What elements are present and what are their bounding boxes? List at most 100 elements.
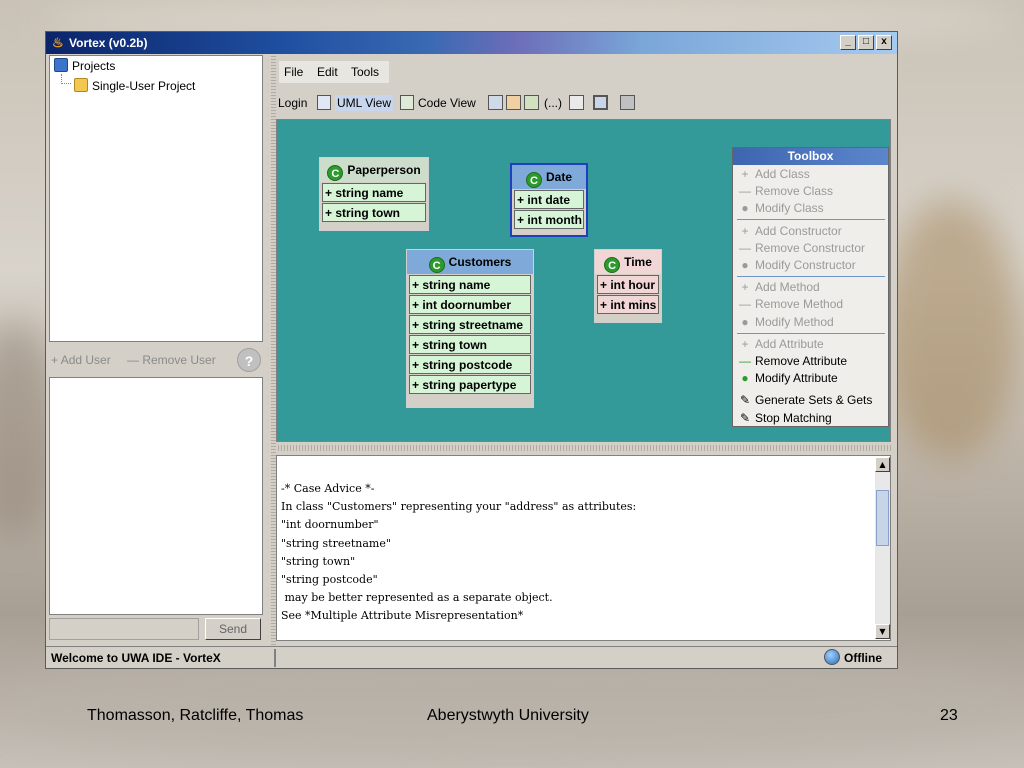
more-button[interactable]: (...) <box>544 95 562 111</box>
uml-attribute[interactable]: + string streetname <box>409 315 531 334</box>
uml-attribute[interactable]: + string name <box>409 275 531 294</box>
toolbox-item[interactable]: ✎ Generate Sets & Gets <box>733 392 888 409</box>
toolbox-item[interactable]: — Remove Class <box>733 183 888 200</box>
toolbox-separator <box>737 276 885 277</box>
toolbox-item-label: Modify Constructor <box>755 258 856 272</box>
status-bar: Welcome to UWA IDE - VorteX Offline <box>46 646 897 668</box>
toolbox-item-icon: + <box>741 223 749 238</box>
menu-file[interactable]: File <box>284 65 303 79</box>
uml-attribute[interactable]: + string town <box>322 203 426 222</box>
toolbox-item-icon: ✎ <box>739 393 751 408</box>
uml-attribute[interactable]: + int mins <box>597 295 659 314</box>
toolbox-item-label: Modify Attribute <box>755 371 838 386</box>
scroll-down-arrow[interactable]: ▼ <box>875 624 890 639</box>
add-user-button[interactable]: + Add User <box>51 352 111 368</box>
project-tree[interactable]: Projects Single-User Project <box>49 55 263 342</box>
edit-wand-icon[interactable] <box>506 95 521 110</box>
uml-class-time[interactable]: C Time + int hour + int mins <box>594 249 662 323</box>
console-line: In class "Customers" representing your "… <box>281 500 637 514</box>
toolbox-item[interactable]: ● Modify Method <box>733 314 888 331</box>
toolbox-item[interactable]: ● Modify Attribute <box>733 370 888 387</box>
toolbox-item-label: Add Class <box>755 167 810 181</box>
uml-view-tab[interactable]: UML View <box>335 95 394 111</box>
uml-class-paperperson[interactable]: C Paperperson + string name + string town <box>319 157 429 231</box>
background-building <box>880 200 1020 460</box>
console-scrollbar[interactable]: ▲ ▼ <box>875 457 890 639</box>
uml-attribute[interactable]: + int doornumber <box>409 295 531 314</box>
uml-attribute[interactable]: + int hour <box>597 275 659 294</box>
class-icon: C <box>525 172 542 188</box>
class-icon: C <box>327 165 344 181</box>
toolbox-panel: Toolbox + Add Class — Remove Class ● Modify C… <box>732 147 889 427</box>
toolbox-item[interactable]: — Remove Method <box>733 296 888 313</box>
class-icon: C <box>428 257 445 273</box>
connection-status[interactable]: Offline <box>824 649 882 667</box>
layout-icon[interactable] <box>488 95 503 110</box>
close-button[interactable]: x <box>876 35 892 50</box>
minimize-button[interactable]: _ <box>840 35 856 50</box>
toolbox-item-label: Remove Class <box>755 184 834 199</box>
menu-bar: File Edit Tools <box>279 61 389 83</box>
toolbox-item[interactable]: + Add Attribute <box>733 336 888 353</box>
users-list[interactable] <box>49 377 263 615</box>
uml-attribute[interactable]: + string town <box>409 335 531 354</box>
console-line: "string postcode" <box>281 573 378 586</box>
uml-canvas[interactable]: C Paperperson + string name + string town… <box>276 119 891 442</box>
console-line: See *Multiple Attribute Misrepresentatio… <box>281 609 524 623</box>
toolbox-item[interactable]: + Add Method <box>733 279 888 296</box>
code-view-icon <box>400 95 414 110</box>
toolbox-title: Toolbox <box>733 148 888 165</box>
help-icon[interactable]: ? <box>237 348 261 372</box>
footer-page-number: 23 <box>940 707 958 724</box>
uml-attribute[interactable]: + string papertype <box>409 375 531 394</box>
uml-attribute[interactable]: + string name <box>322 183 426 202</box>
toolbox-item-label: Add Constructor <box>755 223 842 238</box>
uml-attribute[interactable]: + int month <box>514 210 584 229</box>
toolbox-item-icon: + <box>741 336 749 351</box>
menu-edit[interactable]: Edit <box>317 65 338 79</box>
tree-item-single-user-project[interactable]: Single-User Project <box>74 77 195 95</box>
toolbox-item-icon: ● <box>741 371 749 386</box>
menu-tools[interactable]: Tools <box>351 65 379 79</box>
toolbox-item[interactable]: — Remove Constructor <box>733 240 888 257</box>
tree-item-projects[interactable]: Projects <box>54 57 115 75</box>
uml-attribute[interactable]: + string postcode <box>409 355 531 374</box>
toolbox-item[interactable]: — Remove Attribute <box>733 353 888 370</box>
scroll-thumb[interactable] <box>876 490 889 546</box>
toolbox-item[interactable]: ✎ Stop Matching <box>733 410 888 427</box>
uml-class-customers[interactable]: C Customers + string name + int doornumbe… <box>406 249 534 408</box>
toolbox-item-label: Remove Attribute <box>755 354 848 368</box>
uml-class-date[interactable]: C Date + int date + int month <box>510 163 588 237</box>
toolbox-item-icon: — <box>739 354 751 368</box>
panel-icon[interactable] <box>569 95 584 110</box>
login-button[interactable]: Login <box>278 95 307 111</box>
toolbox-item[interactable]: + Add Class <box>733 166 888 183</box>
toolbox-item-label: Add Attribute <box>755 336 824 351</box>
toolbox-item[interactable]: ● Modify Constructor <box>733 257 888 274</box>
toolbox-item[interactable]: + Add Constructor <box>733 223 888 240</box>
users-icon[interactable] <box>524 95 539 110</box>
folder-icon <box>74 78 88 92</box>
tree-item-label: Single-User Project <box>92 79 196 93</box>
toolbox-item[interactable]: ● Modify Class <box>733 200 888 217</box>
toolbox-item-label: Remove Method <box>755 297 844 312</box>
code-view-tab[interactable]: Code View <box>418 95 476 111</box>
send-button[interactable]: Send <box>205 618 261 640</box>
horizontal-splitter[interactable] <box>276 445 891 451</box>
toolbox-item-icon: — <box>739 184 751 199</box>
toolbox-item-icon: + <box>741 280 749 295</box>
plus-icon: + <box>51 353 61 367</box>
window-icon[interactable] <box>593 95 608 110</box>
remove-user-button[interactable]: — Remove User <box>127 352 216 368</box>
title-bar[interactable]: ♨ Vortex (v0.2b) _ □ x <box>46 32 897 54</box>
console-line: "string streetname" <box>281 536 391 550</box>
advice-console[interactable]: -* Case Advice *- In class "Customers" re… <box>276 455 891 641</box>
toolbox-item-label: Generate Sets & Gets <box>755 393 873 408</box>
uml-attribute[interactable]: + int date <box>514 190 584 209</box>
maximize-button[interactable]: □ <box>858 35 874 50</box>
scroll-up-arrow[interactable]: ▲ <box>875 457 890 472</box>
toolbox-item-label: Stop Matching <box>755 410 832 425</box>
message-input[interactable] <box>49 618 199 640</box>
print-icon[interactable] <box>620 95 635 110</box>
globe-icon <box>824 649 840 665</box>
